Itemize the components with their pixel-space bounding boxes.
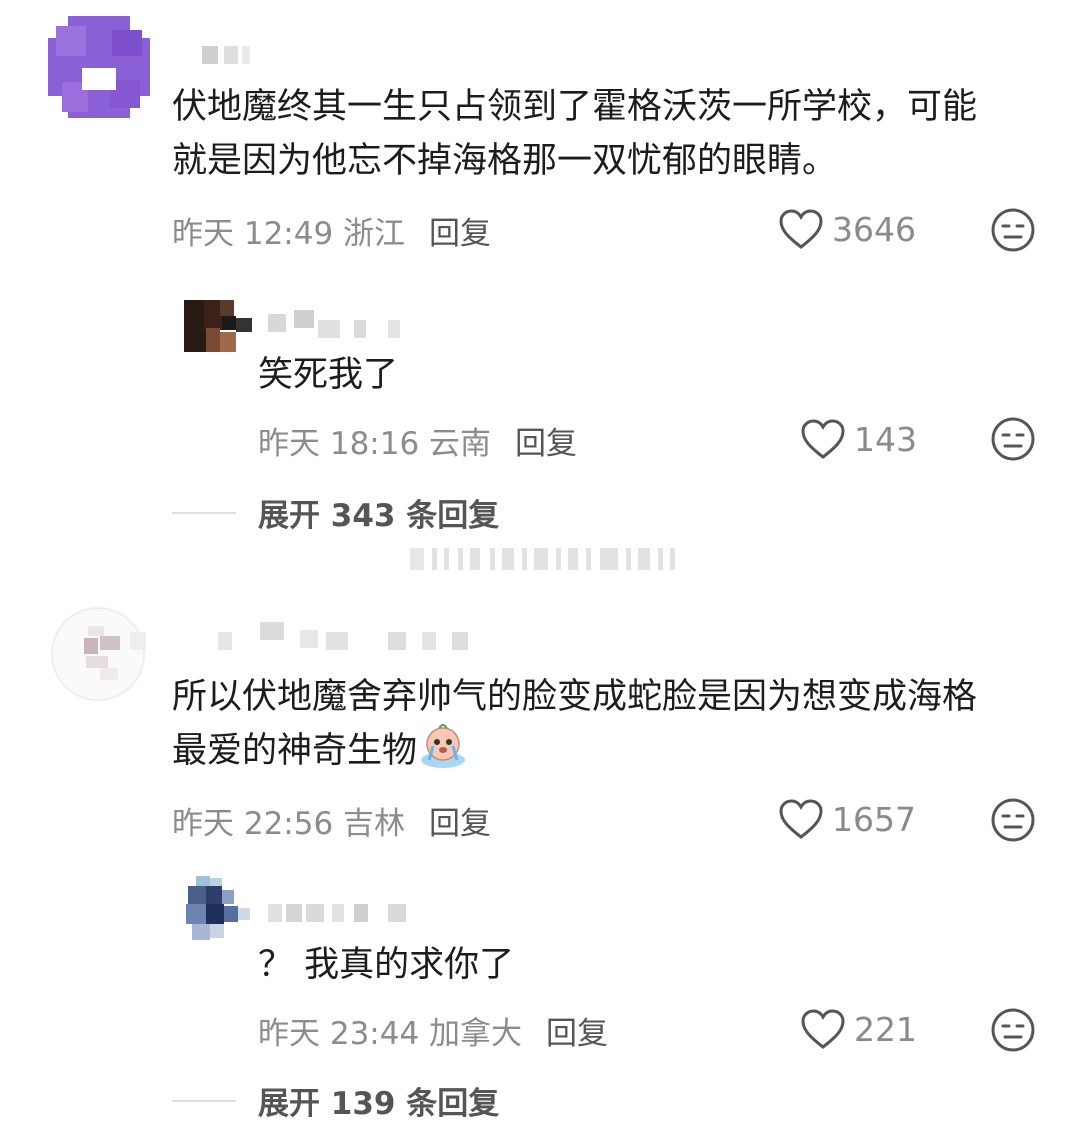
reply-button[interactable]: 回复: [515, 426, 577, 462]
divider: [172, 1099, 236, 1102]
like-count: 221: [854, 1009, 917, 1049]
neutral-face-icon[interactable]: [990, 416, 1036, 462]
crying-emoji-icon: [421, 724, 466, 768]
comment-text-line-content: 最爱的神奇生物: [172, 731, 418, 771]
comment-time-location: 昨天 23:44 加拿大: [258, 1016, 523, 1052]
comment-meta: 昨天 22:56 吉林 回复: [172, 798, 491, 843]
username-blurred[interactable]: [268, 310, 408, 338]
comment-text-line: 伏地魔终其一生只占领到了霍格沃茨一所学校，可能: [172, 87, 978, 127]
avatar[interactable]: [184, 300, 252, 352]
heart-outline-icon: [801, 1009, 845, 1049]
avatar-mosaic: [51, 607, 145, 701]
like-button[interactable]: 143: [800, 418, 917, 460]
username-blurred[interactable]: [130, 622, 480, 650]
expand-replies-button[interactable]: 展开 139 条回复: [172, 1078, 499, 1123]
like-count: 3646: [832, 209, 916, 249]
expand-replies-label: 展开 139 条回复: [258, 1086, 500, 1122]
neutral-face-icon[interactable]: [990, 207, 1036, 253]
reply-text: 笑死我了: [258, 355, 399, 395]
neutral-face-icon[interactable]: [990, 1007, 1036, 1053]
like-count: 1657: [832, 799, 916, 839]
comment-time-location: 昨天 12:49 浙江: [172, 216, 406, 252]
username-blurred[interactable]: [268, 904, 428, 922]
expand-replies-button[interactable]: 展开 343 条回复: [172, 490, 499, 535]
neutral-face-icon[interactable]: [990, 797, 1036, 843]
comment-time-location: 昨天 18:16 云南: [258, 426, 492, 462]
like-button[interactable]: 1657: [778, 798, 916, 840]
comment-time-location: 昨天 22:56 吉林: [172, 806, 406, 842]
heart-outline-icon: [801, 419, 845, 459]
watermark-artifact: [410, 548, 680, 570]
comment-text-line: 就是因为他忘不掉海格那一双忧郁的眼睛。: [172, 141, 838, 181]
reply-button[interactable]: 回复: [546, 1016, 608, 1052]
heart-outline-icon: [779, 209, 823, 249]
like-button[interactable]: 3646: [778, 208, 916, 250]
divider: [172, 511, 236, 514]
comment-meta: 昨天 18:16 云南 回复: [258, 418, 577, 463]
comment-text-line: 最爱的神奇生物: [172, 724, 977, 778]
avatar-mosaic: [48, 16, 150, 118]
comment-meta: 昨天 23:44 加拿大 回复: [258, 1008, 608, 1053]
comment-meta: 昨天 12:49 浙江 回复: [172, 208, 491, 253]
avatar[interactable]: [182, 876, 254, 948]
avatar-mosaic: [186, 876, 250, 940]
expand-replies-label: 展开 343 条回复: [258, 498, 500, 534]
reply-button[interactable]: 回复: [429, 216, 491, 252]
avatar-mosaic: [184, 300, 252, 352]
comment-text: 伏地魔终其一生只占领到了霍格沃茨一所学校，可能 就是因为他忘不掉海格那一双忧郁的…: [172, 80, 977, 188]
like-count: 143: [854, 419, 917, 459]
reply-text: ？ 我真的求你了: [258, 945, 515, 985]
avatar[interactable]: [48, 16, 150, 118]
username-blurred[interactable]: [202, 46, 252, 64]
comment-text-line: 所以伏地魔舍弃帅气的脸变成蛇脸是因为想变成海格: [172, 677, 978, 717]
heart-outline-icon: [779, 799, 823, 839]
comment-text: 所以伏地魔舍弃帅气的脸变成蛇脸是因为想变成海格 最爱的神奇生物: [172, 670, 977, 778]
reply-button[interactable]: 回复: [429, 806, 491, 842]
like-button[interactable]: 221: [800, 1008, 917, 1050]
avatar[interactable]: [50, 606, 146, 702]
